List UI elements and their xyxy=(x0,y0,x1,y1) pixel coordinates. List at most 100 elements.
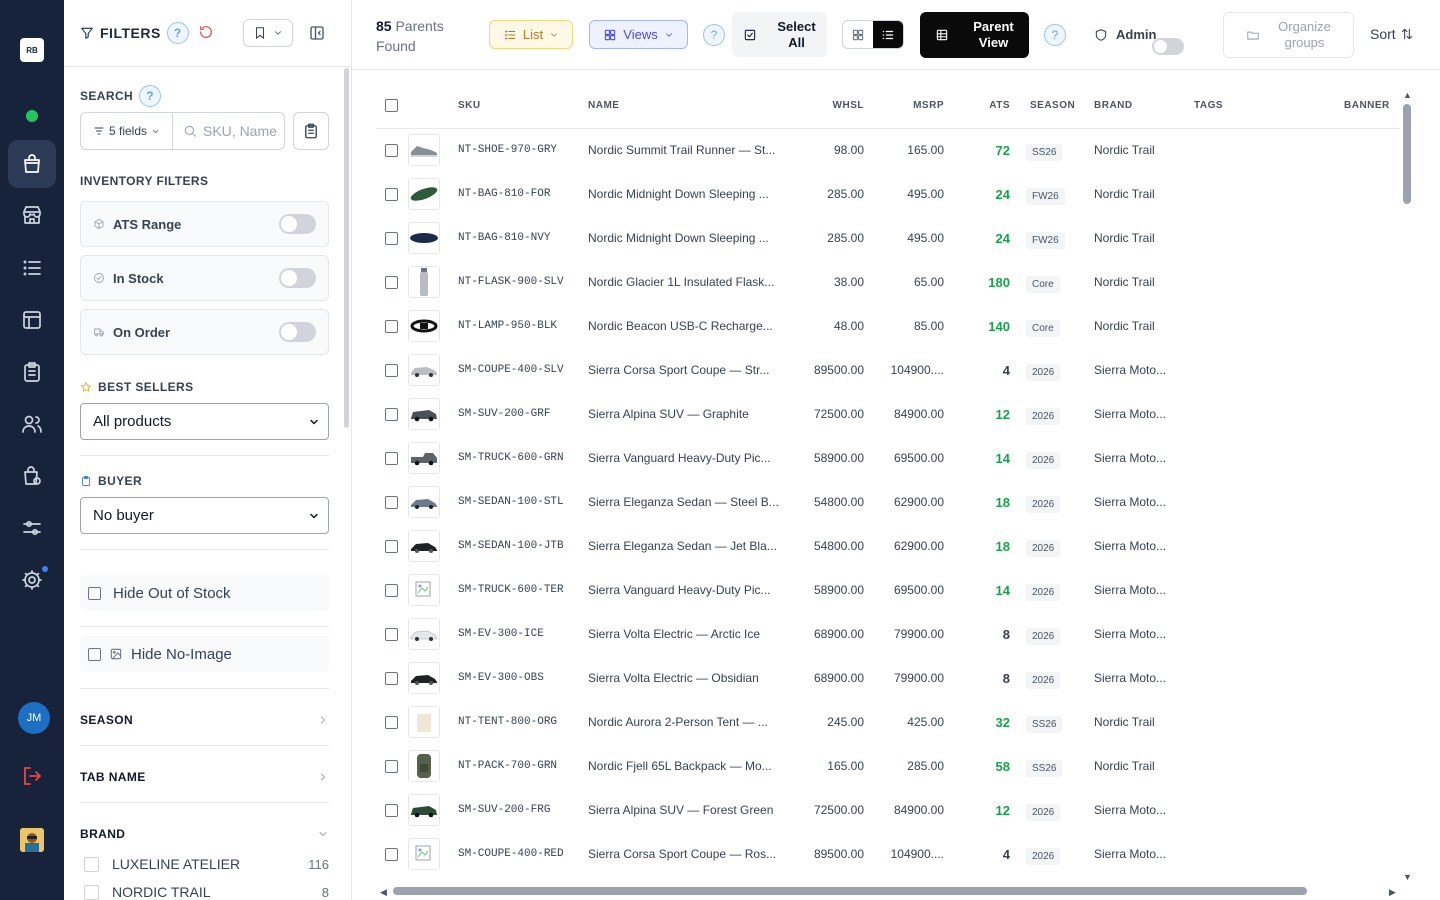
scroll-up-arrow-icon[interactable]: ▲ xyxy=(1403,90,1412,100)
tags-column-header[interactable]: TAGS xyxy=(1194,84,1314,129)
hide-no-image-checkbox[interactable] xyxy=(88,647,101,661)
on-order-toggle-card[interactable]: On Order xyxy=(80,309,329,355)
product-thumbnail[interactable] xyxy=(408,486,440,518)
name-cell[interactable]: Sierra Corsa Sport Coupe — Ros... xyxy=(588,832,788,876)
table-row[interactable]: NT-TENT-800-ORG Nordic Aurora 2-Person Te… xyxy=(376,700,1400,744)
logout-icon[interactable] xyxy=(20,764,44,788)
sku-cell[interactable]: SM-SEDAN-100-JTB xyxy=(458,524,588,568)
row-checkbox-cell[interactable] xyxy=(376,480,408,524)
name-cell[interactable]: Sierra Alpina SUV — Forest Green xyxy=(588,788,788,832)
row-checkbox-cell[interactable] xyxy=(376,524,408,568)
header-checkbox[interactable] xyxy=(385,99,398,113)
row-checkbox-cell[interactable] xyxy=(376,788,408,832)
row-checkbox-cell[interactable] xyxy=(376,436,408,480)
name-cell[interactable]: Nordic Glacier 1L Insulated Flask... xyxy=(588,260,788,304)
table-row[interactable]: SM-SEDAN-100-STL Sierra Eleganza Sedan — … xyxy=(376,480,1400,524)
help-icon[interactable]: ? xyxy=(139,85,162,107)
product-thumbnail[interactable] xyxy=(408,354,440,386)
sku-cell[interactable]: SM-TRUCK-600-TER xyxy=(458,568,588,612)
row-checkbox[interactable] xyxy=(385,715,398,729)
help-icon[interactable]: ? xyxy=(703,24,725,46)
row-checkbox[interactable] xyxy=(385,363,398,377)
products-bag-icon[interactable] xyxy=(8,140,56,188)
scroll-left-arrow-icon[interactable]: ◀ xyxy=(380,887,387,898)
organize-groups-button[interactable]: Organize groups xyxy=(1223,12,1354,58)
parent-view-button[interactable]: Parent View xyxy=(920,12,1029,58)
row-checkbox-cell[interactable] xyxy=(376,348,408,392)
product-thumbnail[interactable] xyxy=(408,574,440,606)
row-checkbox-cell[interactable] xyxy=(376,612,408,656)
sku-cell[interactable]: SM-TRUCK-600-GRN xyxy=(458,436,588,480)
hide-no-image-option[interactable]: Hide No-Image xyxy=(80,636,329,672)
table-row[interactable]: SM-TRUCK-600-GRN Sierra Vanguard Heavy-Du… xyxy=(376,436,1400,480)
sku-cell[interactable]: NT-PACK-700-GRN xyxy=(458,744,588,788)
product-thumbnail[interactable] xyxy=(408,662,440,694)
search-input[interactable]: SKU, Name xyxy=(173,123,284,139)
collapse-sidebar-icon[interactable] xyxy=(308,24,326,42)
product-thumbnail[interactable] xyxy=(408,310,440,342)
row-checkbox[interactable] xyxy=(385,319,398,333)
row-checkbox-cell[interactable] xyxy=(376,172,408,216)
ats-column-header[interactable]: ATS xyxy=(950,84,1014,129)
name-cell[interactable]: Nordic Fjell 65L Backpack — Mo... xyxy=(588,744,788,788)
brand-option[interactable]: NORDIC TRAIL 8 xyxy=(80,884,329,900)
row-checkbox[interactable] xyxy=(385,539,398,553)
select-all-checkbox-cell[interactable] xyxy=(376,84,408,129)
layout-icon[interactable] xyxy=(8,296,56,344)
sku-cell[interactable]: SM-COUPE-400-SLV xyxy=(458,348,588,392)
row-checkbox-cell[interactable] xyxy=(376,832,408,876)
product-thumbnail[interactable] xyxy=(408,838,440,870)
msrp-column-header[interactable]: MSRP xyxy=(870,84,950,129)
name-cell[interactable]: Nordic Midnight Down Sleeping ... xyxy=(588,216,788,260)
row-checkbox-cell[interactable] xyxy=(376,700,408,744)
name-cell[interactable]: Sierra Eleganza Sedan — Jet Bla... xyxy=(588,524,788,568)
row-checkbox-cell[interactable] xyxy=(376,392,408,436)
row-checkbox[interactable] xyxy=(385,495,398,509)
users-icon[interactable] xyxy=(8,400,56,448)
list-icon[interactable] xyxy=(8,244,56,292)
name-cell[interactable]: Sierra Volta Electric — Obsidian xyxy=(588,656,788,700)
ats-range-toggle[interactable] xyxy=(279,214,316,234)
name-cell[interactable]: Sierra Alpina SUV — Graphite xyxy=(588,392,788,436)
sku-cell[interactable]: SM-SEDAN-100-STL xyxy=(458,480,588,524)
help-icon[interactable]: ? xyxy=(166,22,189,44)
sku-cell[interactable]: SM-EV-300-ICE xyxy=(458,612,588,656)
name-cell[interactable]: Sierra Eleganza Sedan — Steel B... xyxy=(588,480,788,524)
clipboard-icon[interactable] xyxy=(8,348,56,396)
sku-cell[interactable]: NT-FLASK-900-SLV xyxy=(458,260,588,304)
row-checkbox-cell[interactable] xyxy=(376,744,408,788)
sliders-icon[interactable] xyxy=(8,504,56,552)
saved-filters-button[interactable] xyxy=(243,19,293,47)
in-stock-toggle-card[interactable]: In Stock xyxy=(80,255,329,301)
sku-column-header[interactable]: SKU xyxy=(458,84,588,129)
name-column-header[interactable]: NAME xyxy=(588,84,788,129)
store-icon[interactable] xyxy=(8,191,56,239)
table-row[interactable]: SM-SUV-200-FRG Sierra Alpina SUV — Forest… xyxy=(376,788,1400,832)
table-row[interactable]: SM-TRUCK-600-TER Sierra Vanguard Heavy-Du… xyxy=(376,568,1400,612)
table-row[interactable]: NT-FLASK-900-SLV Nordic Glacier 1L Insula… xyxy=(376,260,1400,304)
brand-column-header[interactable]: BRAND xyxy=(1094,84,1194,129)
hide-out-of-stock-checkbox[interactable] xyxy=(88,586,101,600)
list-view-icon[interactable] xyxy=(873,21,903,48)
table-row[interactable]: NT-LAMP-950-BLK Nordic Beacon USB-C Recha… xyxy=(376,304,1400,348)
brand-accordion[interactable]: BRAND xyxy=(80,827,329,841)
name-cell[interactable]: Nordic Aurora 2-Person Tent — ... xyxy=(588,700,788,744)
row-checkbox[interactable] xyxy=(385,231,398,245)
season-column-header[interactable]: SEASON xyxy=(1014,84,1094,129)
list-mode-button[interactable]: List xyxy=(489,20,573,49)
row-checkbox-cell[interactable] xyxy=(376,304,408,348)
name-cell[interactable]: Nordic Beacon USB-C Recharge... xyxy=(588,304,788,348)
select-all-button[interactable]: Select All xyxy=(732,12,827,57)
row-checkbox-cell[interactable] xyxy=(376,260,408,304)
hide-out-of-stock-option[interactable]: Hide Out of Stock xyxy=(80,575,329,611)
row-checkbox-cell[interactable] xyxy=(376,128,408,172)
reset-icon[interactable] xyxy=(198,24,214,40)
avatar[interactable]: JM xyxy=(18,702,50,734)
table-row[interactable]: SM-SUV-200-GRF Sierra Alpina SUV — Graphi… xyxy=(376,392,1400,436)
table-row[interactable]: NT-SHOE-970-GRY Nordic Summit Trail Runne… xyxy=(376,128,1400,172)
row-checkbox[interactable] xyxy=(385,583,398,597)
row-checkbox[interactable] xyxy=(385,847,398,861)
row-checkbox[interactable] xyxy=(385,187,398,201)
product-thumbnail[interactable] xyxy=(408,134,440,167)
row-checkbox[interactable] xyxy=(385,407,398,421)
